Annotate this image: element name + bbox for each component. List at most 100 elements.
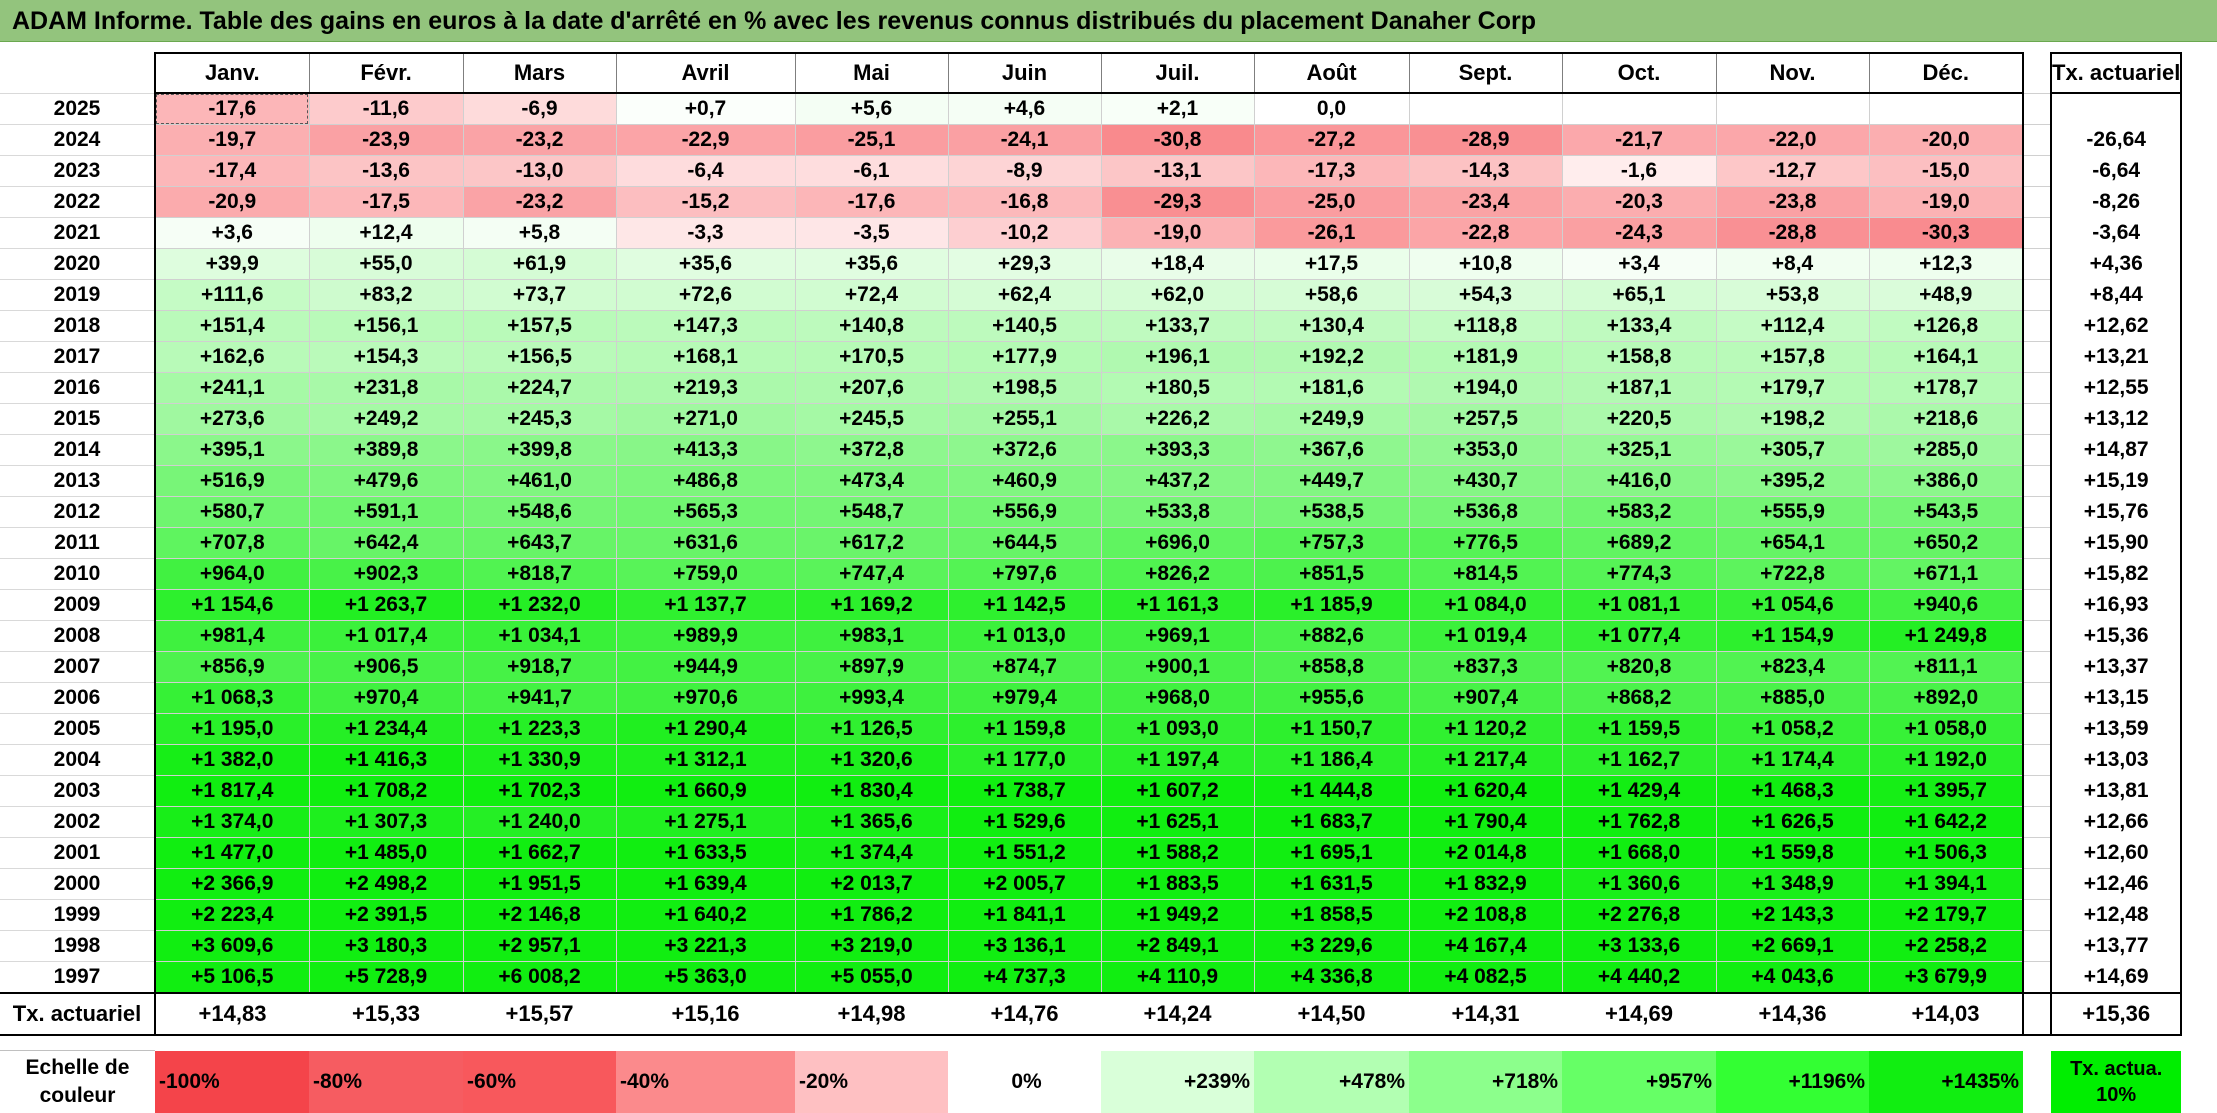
value-cell: +1 054,6 [1716,590,1869,621]
month-header: Mars [463,53,616,93]
value-cell: +1 841,1 [948,900,1101,931]
color-scale-swatch: +957% [1562,1051,1716,1113]
average-cell: +14,03 [1869,993,2023,1035]
table-row: 2018+151,4+156,1+157,5+147,3+140,8+140,5… [0,311,2181,342]
tx-actuariel-cell: +13,77 [2051,931,2181,962]
value-cell: +516,9 [155,466,309,497]
value-cell: +1 949,2 [1101,900,1254,931]
table-row: 2021+3,6+12,4+5,8-3,3-3,5-10,2-19,0-26,1… [0,218,2181,249]
value-cell: +164,1 [1869,342,2023,373]
year-label: 2004 [0,745,155,776]
table-row: 2000+2 366,9+2 498,2+1 951,5+1 639,4+2 0… [0,869,2181,900]
value-cell: -3,5 [795,218,948,249]
value-cell: +759,0 [616,559,795,590]
value-cell: +1 240,0 [463,807,616,838]
averages-row: Tx. actuariel+14,83+15,33+15,57+15,16+14… [0,993,2181,1035]
overall-tx-actuariel: +15,36 [2051,993,2181,1035]
value-cell: +591,1 [309,497,463,528]
value-cell: -17,6 [155,93,309,125]
value-cell: +642,4 [309,528,463,559]
column-gap [2023,280,2051,311]
value-cell: +1 660,9 [616,776,795,807]
value-cell: +1 197,4 [1101,745,1254,776]
report-title: ADAM Informe. Table des gains en euros à… [0,0,2217,42]
value-cell: +0,7 [616,93,795,125]
value-cell: +255,1 [948,404,1101,435]
value-cell: +892,0 [1869,683,2023,714]
value-cell: +981,4 [155,621,309,652]
tx-actuariel-cell: +15,82 [2051,559,2181,590]
value-cell: -19,7 [155,125,309,156]
value-cell: +969,1 [1101,621,1254,652]
value-cell: +1 640,2 [616,900,795,931]
table-row: 2010+964,0+902,3+818,7+759,0+747,4+797,6… [0,559,2181,590]
value-cell: +1 762,8 [1562,807,1716,838]
tx-actuariel-cell: +8,44 [2051,280,2181,311]
value-cell: +617,2 [795,528,948,559]
value-cell: +851,5 [1254,559,1409,590]
value-cell: -13,6 [309,156,463,187]
value-cell: +1 232,0 [463,590,616,621]
value-cell [1562,93,1716,125]
value-cell: +54,3 [1409,280,1562,311]
column-gap [2023,590,2051,621]
value-cell: +823,4 [1716,652,1869,683]
value-cell: -10,2 [948,218,1101,249]
value-cell: -23,9 [309,125,463,156]
value-cell: +245,3 [463,404,616,435]
value-cell: +130,4 [1254,311,1409,342]
tx-actuariel-cell: +4,36 [2051,249,2181,280]
column-gap [2023,93,2051,125]
value-cell: +1 883,5 [1101,869,1254,900]
value-cell: -22,9 [616,125,795,156]
value-cell: -25,1 [795,125,948,156]
value-cell: +1 320,6 [795,745,948,776]
tx-actuariel-cell: +12,48 [2051,900,2181,931]
value-cell: +882,6 [1254,621,1409,652]
column-gap [2023,838,2051,869]
value-cell: -29,3 [1101,187,1254,218]
column-gap [2023,497,2051,528]
value-cell: -22,0 [1716,125,1869,156]
value-cell: +196,1 [1101,342,1254,373]
value-cell: +460,9 [948,466,1101,497]
year-label: 1999 [0,900,155,931]
value-cell: -23,8 [1716,187,1869,218]
value-cell: +897,9 [795,652,948,683]
value-cell: +461,0 [463,466,616,497]
table-body: 2025-17,6-11,6-6,9+0,7+5,6+4,6+2,10,0202… [0,93,2181,1113]
value-cell: +271,0 [616,404,795,435]
value-cell: +8,4 [1716,249,1869,280]
average-cell: +15,57 [463,993,616,1035]
value-cell: +112,4 [1716,311,1869,342]
value-cell: +12,3 [1869,249,2023,280]
year-label: 2022 [0,187,155,218]
year-label: 2017 [0,342,155,373]
value-cell: +1 786,2 [795,900,948,931]
value-cell: +1 607,2 [1101,776,1254,807]
column-gap [2023,404,2051,435]
tx-actuariel-cell: +12,66 [2051,807,2181,838]
value-cell: +245,5 [795,404,948,435]
value-cell: +1 485,0 [309,838,463,869]
value-cell: +944,9 [616,652,795,683]
value-cell: +1 374,4 [795,838,948,869]
value-cell: +1 169,2 [795,590,948,621]
value-cell: +2 391,5 [309,900,463,931]
table-row: 2015+273,6+249,2+245,3+271,0+245,5+255,1… [0,404,2181,435]
value-cell: +918,7 [463,652,616,683]
value-cell: +5 055,0 [795,962,948,994]
value-cell: +1 477,0 [155,838,309,869]
value-cell: +1 068,3 [155,683,309,714]
color-scale-swatch: -100% [155,1051,309,1113]
table-row: 2004+1 382,0+1 416,3+1 330,9+1 312,1+1 3… [0,745,2181,776]
value-cell: -13,1 [1101,156,1254,187]
year-label: 2013 [0,466,155,497]
value-cell: +1 668,0 [1562,838,1716,869]
month-header: Mai [795,53,948,93]
value-cell: +2 276,8 [1562,900,1716,931]
table-row: 2023-17,4-13,6-13,0-6,4-6,1-8,9-13,1-17,… [0,156,2181,187]
value-cell: +5 363,0 [616,962,795,994]
table-row: 2009+1 154,6+1 263,7+1 232,0+1 137,7+1 1… [0,590,2181,621]
value-cell: +2 146,8 [463,900,616,931]
